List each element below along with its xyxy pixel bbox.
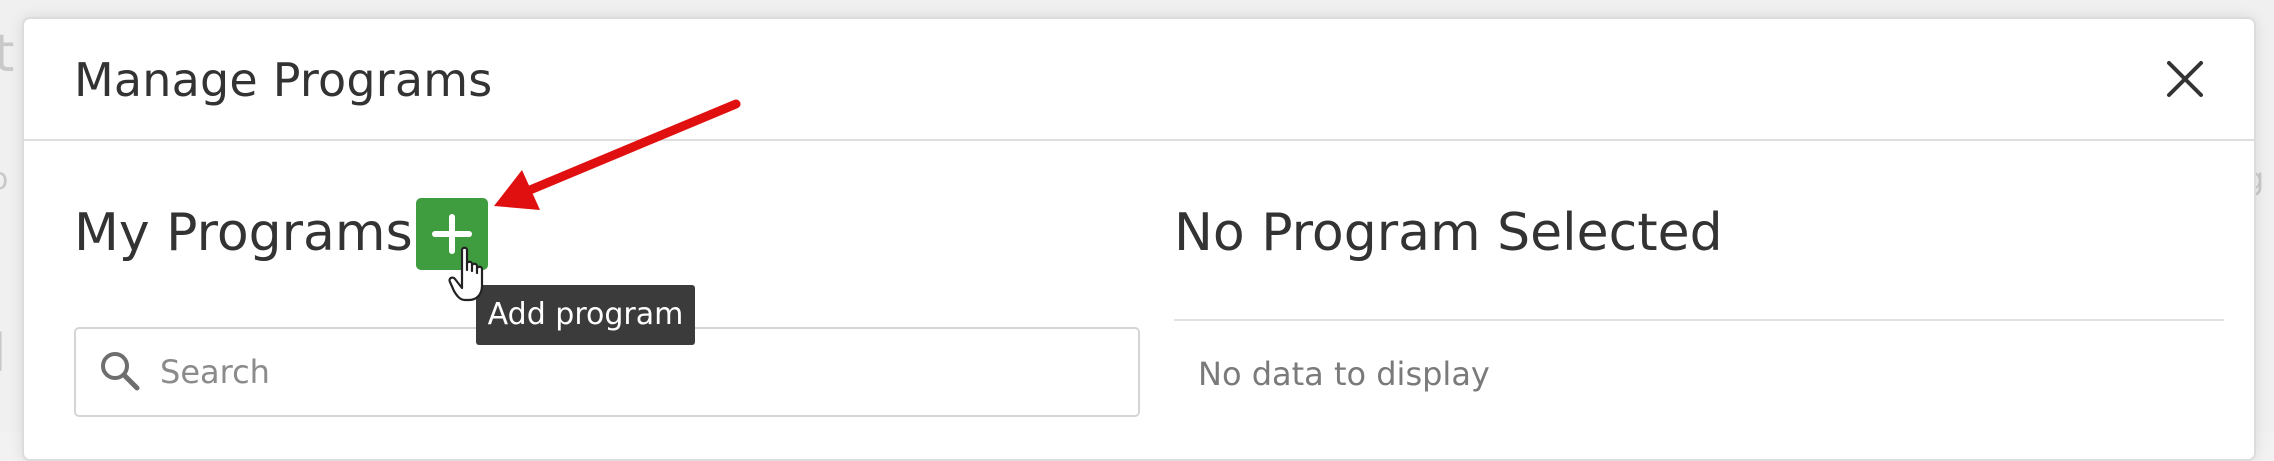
hand-pointer-cursor-icon xyxy=(448,246,484,302)
add-program-tooltip: Add program xyxy=(476,285,695,345)
search-icon xyxy=(101,352,140,391)
divider xyxy=(1174,319,2224,321)
dialog-title: Manage Programs xyxy=(74,53,493,107)
manage-programs-dialog: Manage Programs My Programs No Program S… xyxy=(22,17,2256,461)
close-icon xyxy=(2167,61,2203,97)
background-text-fragment: l xyxy=(0,324,6,384)
empty-state-message: No data to display xyxy=(1198,355,1490,393)
my-programs-heading: My Programs xyxy=(74,203,413,263)
annotation-arrow-icon xyxy=(494,99,741,210)
dialog-header: Manage Programs xyxy=(24,19,2254,141)
close-button[interactable] xyxy=(2159,53,2211,105)
background-text-fragment: t xyxy=(0,24,15,84)
selected-program-heading: No Program Selected xyxy=(1174,203,1723,263)
background-text-fragment: o xyxy=(0,162,8,197)
